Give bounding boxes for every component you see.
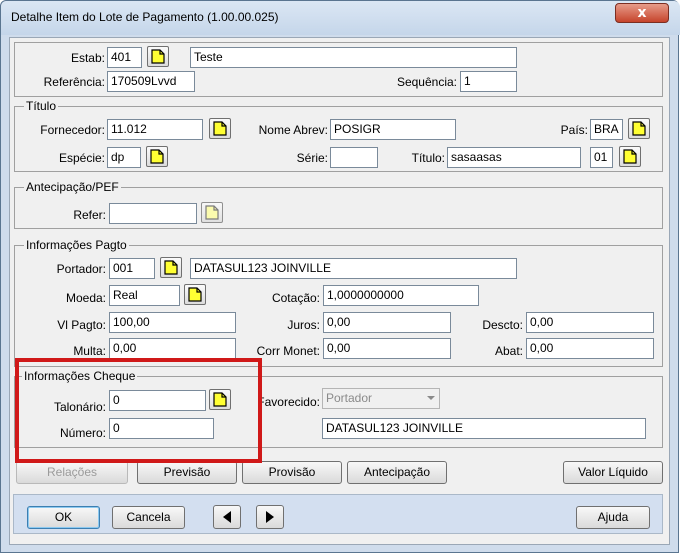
abat-input[interactable]: 0,00 (526, 338, 654, 359)
zoom-note-icon (151, 49, 165, 64)
estab-label: Estab: (70, 51, 105, 65)
portador-input[interactable]: 001 (109, 258, 155, 279)
refer-label: Refer: (73, 208, 106, 222)
portador-name-field[interactable]: DATASUL123 JOINVILLE (190, 258, 517, 279)
zoom-note-icon (623, 149, 637, 164)
ok-button[interactable]: OK (27, 506, 100, 529)
corr-monet-input[interactable]: 0,00 (323, 338, 451, 359)
pais-zoom-button[interactable] (628, 118, 650, 139)
ajuda-button[interactable]: Ajuda (576, 506, 650, 529)
zoom-note-icon (188, 287, 202, 302)
parcela-input[interactable]: 01 (590, 147, 613, 168)
moeda-label: Moeda: (65, 291, 106, 305)
serie-input[interactable] (330, 147, 378, 168)
juros-input[interactable]: 0,00 (323, 312, 451, 333)
portador-zoom-button[interactable] (160, 257, 182, 278)
corr-monet-label: Corr Monet: (256, 344, 320, 358)
antecipacao-button[interactable]: Antecipação (347, 461, 447, 484)
vl-pagto-label: Vl Pagto: (57, 318, 106, 332)
moeda-zoom-button[interactable] (184, 284, 206, 305)
chevron-down-icon (427, 396, 435, 400)
titulo-group-legend: Título (24, 99, 59, 113)
multa-input[interactable]: 0,00 (109, 338, 236, 359)
zoom-note-icon (150, 149, 164, 164)
abat-label: Abat: (494, 344, 523, 358)
annotation-highlight-box (15, 358, 262, 463)
referencia-input[interactable]: 170509Lvvd (107, 71, 195, 92)
descto-label: Descto: (482, 318, 523, 332)
window-title: Detalhe Item do Lote de Pagamento (1.00.… (11, 10, 279, 24)
sequencia-label: Sequência: (396, 75, 457, 89)
zoom-note-icon (164, 260, 178, 275)
especie-zoom-button[interactable] (146, 146, 168, 167)
valor-liquido-button[interactable]: Valor Líquido (563, 461, 663, 484)
pais-input[interactable]: BRA (590, 119, 623, 140)
provisao-button[interactable]: Provisão (242, 461, 342, 484)
portador-label: Portador: (56, 262, 106, 276)
zoom-note-icon (213, 121, 227, 136)
favorecido-select[interactable]: Portador (322, 388, 440, 409)
parcela-zoom-button[interactable] (619, 146, 641, 167)
cotacao-label: Cotação: (271, 291, 320, 305)
footer-panel (13, 494, 663, 534)
antecipacao-group-legend: Antecipação/PEF (24, 180, 121, 194)
cotacao-input[interactable]: 1,0000000000 (323, 285, 479, 306)
estab-name-field[interactable]: Teste (190, 47, 517, 68)
title-bar: Detalhe Item do Lote de Pagamento (1.00.… (1, 1, 680, 35)
especie-label: Espécie: (58, 151, 105, 165)
next-button[interactable] (256, 505, 284, 529)
close-button[interactable]: x (615, 3, 669, 23)
referencia-label: Referência: (43, 75, 105, 89)
fornecedor-input[interactable]: 11.012 (107, 119, 203, 140)
especie-input[interactable]: dp (107, 147, 141, 168)
cancela-button[interactable]: Cancela (112, 506, 185, 529)
relacoes-button[interactable]: Relações (16, 461, 128, 484)
estab-input[interactable]: 401 (107, 47, 142, 68)
juros-label: Juros: (287, 318, 320, 332)
fornecedor-zoom-button[interactable] (209, 118, 231, 139)
vl-pagto-input[interactable]: 100,00 (109, 312, 236, 333)
moeda-input[interactable]: Real (109, 285, 180, 306)
arrow-right-icon (266, 511, 274, 523)
favorecido-name-field[interactable]: DATASUL123 JOINVILLE (322, 418, 646, 439)
previous-button[interactable] (213, 505, 241, 529)
titulo-input[interactable]: sasaasas (447, 147, 581, 168)
titulo-label: Título: (411, 151, 445, 165)
arrow-left-icon (223, 511, 231, 523)
descto-input[interactable]: 0,00 (526, 312, 654, 333)
pagto-group-legend: Informações Pagto (24, 238, 129, 252)
zoom-note-icon (205, 205, 219, 220)
serie-label: Série: (296, 151, 328, 165)
estab-zoom-button[interactable] (147, 46, 169, 67)
previsao-button[interactable]: Previsão (137, 461, 237, 484)
refer-zoom-button[interactable] (201, 202, 223, 223)
sequencia-input[interactable]: 1 (460, 71, 517, 92)
nome-abrev-label: Nome Abrev: (258, 123, 328, 137)
pais-label: País: (560, 123, 588, 137)
fornecedor-label: Fornecedor: (40, 123, 105, 137)
zoom-note-icon (632, 121, 646, 136)
refer-input[interactable] (109, 203, 197, 224)
favorecido-select-value: Portador (326, 391, 373, 405)
nome-abrev-input[interactable]: POSIGR (330, 119, 456, 140)
multa-label: Multa: (73, 344, 106, 358)
